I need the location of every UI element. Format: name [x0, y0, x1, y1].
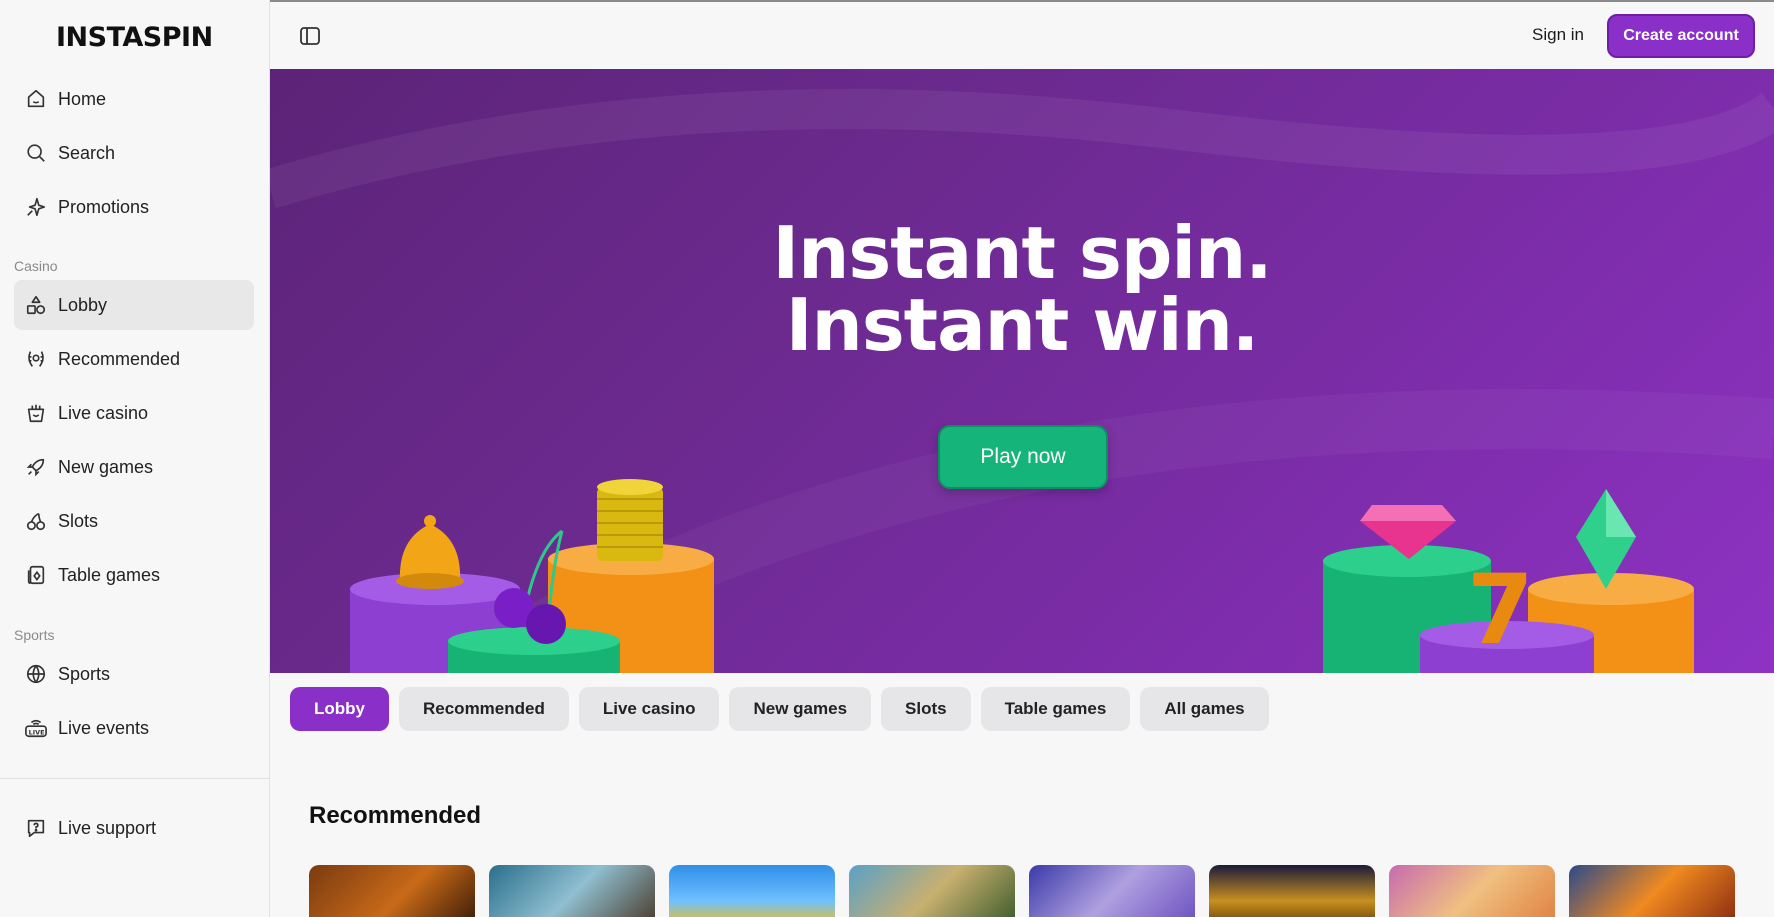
sidebar: INSTASPIN Home Search Promotions Casino …	[0, 0, 270, 917]
sidebar-item-table-games[interactable]: Table games	[14, 550, 254, 600]
game-card[interactable]	[1569, 865, 1735, 917]
tab-slots[interactable]: Slots	[881, 687, 971, 731]
sidebar-item-label: Slots	[58, 510, 99, 531]
game-card[interactable]	[669, 865, 835, 917]
sparkle-icon	[24, 195, 48, 219]
game-card[interactable]	[1389, 865, 1555, 917]
sign-in-link[interactable]: Sign in	[1532, 25, 1584, 45]
right-props: 7	[1323, 489, 1694, 673]
sidebar-item-live-casino[interactable]: Live casino	[14, 388, 254, 438]
cards-icon	[24, 563, 48, 587]
sidebar-item-label: Live support	[58, 817, 157, 838]
tab-live-casino[interactable]: Live casino	[578, 687, 720, 731]
play-now-button[interactable]: Play now	[938, 425, 1108, 489]
game-card[interactable]	[849, 865, 1015, 917]
sidebar-item-label: New games	[58, 456, 154, 477]
hero-decoration: 7	[270, 89, 1774, 673]
hero-headline-2: Instant win.	[785, 283, 1259, 367]
sidebar-item-home[interactable]: Home	[14, 74, 254, 124]
sidebar-item-live-events[interactable]: LIVE Live events	[14, 703, 254, 753]
game-card[interactable]	[1029, 865, 1195, 917]
logo[interactable]: INSTASPIN	[56, 22, 213, 53]
hero-banner: 7 Instant spin. Instant win. Play now	[270, 69, 1774, 673]
laurel-icon	[24, 347, 48, 371]
tab-all-games[interactable]: All games	[1140, 687, 1269, 731]
tab-table-games[interactable]: Table games	[980, 687, 1131, 731]
sidebar-item-label: Promotions	[58, 196, 150, 217]
hero-headline-1: Instant spin.	[772, 211, 1272, 295]
category-tabs: Lobby Recommended Live casino New games …	[290, 687, 1269, 731]
sidebar-item-label: Table games	[58, 564, 161, 585]
sidebar-item-label: Search	[58, 142, 116, 163]
live-icon: LIVE	[24, 716, 48, 740]
sidebar-item-label: Recommended	[58, 348, 181, 369]
create-account-button[interactable]: Create account	[1607, 14, 1755, 58]
sidebar-item-label: Home	[58, 88, 107, 109]
sidebar-item-recommended[interactable]: Recommended	[14, 334, 254, 384]
sidebar-item-lobby[interactable]: Lobby	[14, 280, 254, 330]
cherry-icon	[24, 509, 48, 533]
tab-new-games[interactable]: New games	[729, 687, 872, 731]
sidebar-item-promotions[interactable]: Promotions	[14, 182, 254, 232]
recommended-heading: Recommended	[309, 802, 482, 829]
section-label-sports: Sports	[14, 627, 55, 643]
game-card[interactable]	[489, 865, 655, 917]
sidebar-item-new-games[interactable]: New games	[14, 442, 254, 492]
svg-text:7: 7	[1467, 554, 1534, 666]
game-card[interactable]	[1209, 865, 1375, 917]
section-label-casino: Casino	[14, 258, 58, 274]
gift-icon	[24, 401, 48, 425]
sidebar-divider	[0, 778, 270, 779]
game-card[interactable]	[309, 865, 475, 917]
sidebar-item-label: Live events	[58, 717, 150, 738]
tab-lobby[interactable]: Lobby	[290, 687, 389, 731]
sidebar-item-search[interactable]: Search	[14, 128, 254, 178]
sidebar-toggle-icon[interactable]	[298, 24, 322, 48]
search-icon	[24, 141, 48, 165]
shapes-icon	[24, 293, 48, 317]
rocket-icon	[24, 455, 48, 479]
sidebar-item-label: Lobby	[58, 294, 108, 315]
svg-text:LIVE: LIVE	[29, 728, 45, 736]
top-header: Sign in Create account	[270, 0, 1774, 69]
help-icon	[24, 816, 48, 840]
ball-icon	[24, 662, 48, 686]
sidebar-item-live-support[interactable]: Live support	[14, 803, 254, 853]
left-props	[350, 479, 714, 673]
sidebar-item-label: Live casino	[58, 402, 149, 423]
home-icon	[24, 87, 48, 111]
sidebar-item-sports[interactable]: Sports	[14, 649, 254, 699]
tab-recommended[interactable]: Recommended	[399, 687, 569, 731]
sidebar-item-label: Sports	[58, 663, 111, 684]
sidebar-item-slots[interactable]: Slots	[14, 496, 254, 546]
game-cards-row	[309, 865, 1735, 917]
